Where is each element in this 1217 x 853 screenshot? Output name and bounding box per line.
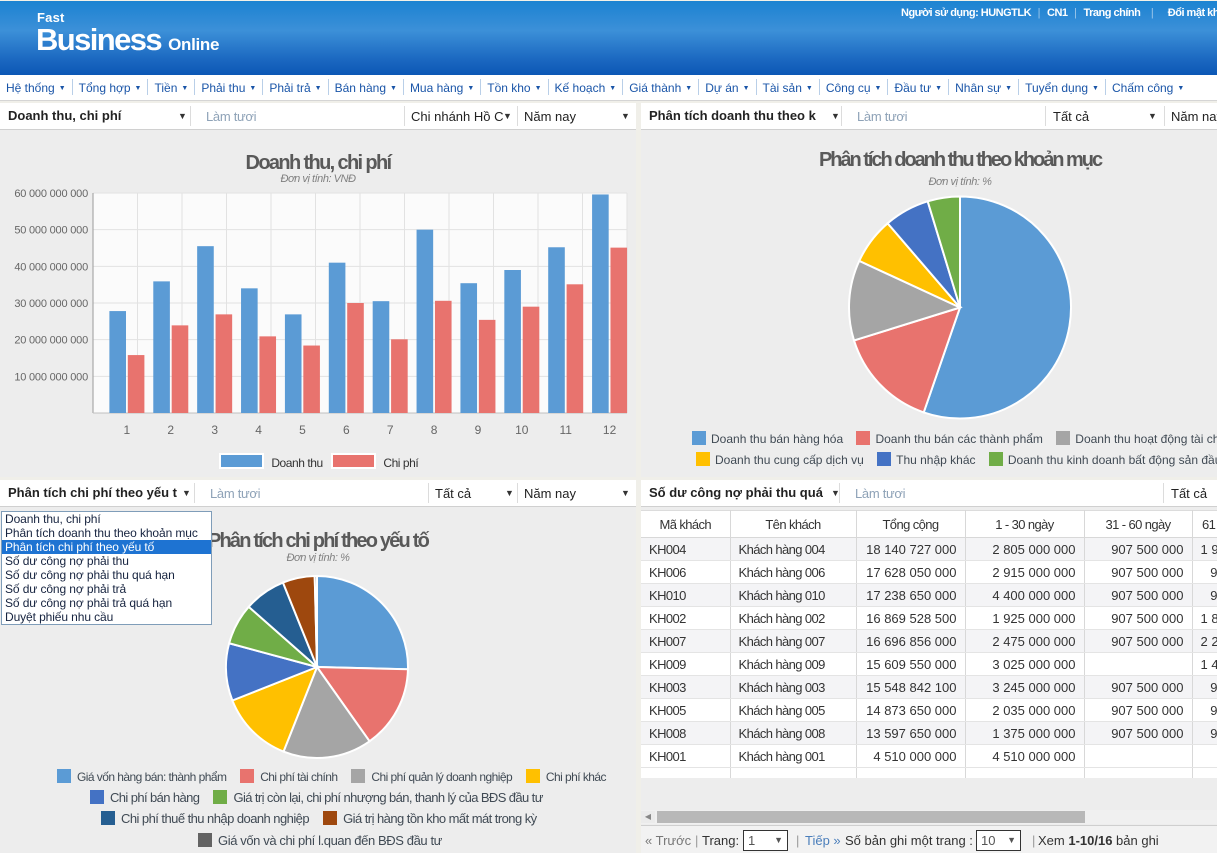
- svg-text:10: 10: [515, 423, 529, 437]
- svg-text:12: 12: [603, 423, 617, 437]
- svg-text:40 000 000 000: 40 000 000 000: [14, 261, 88, 273]
- svg-text:6: 6: [343, 423, 350, 437]
- svg-text:20 000 000 000: 20 000 000 000: [14, 335, 88, 347]
- svg-text:60 000 000 000: 60 000 000 000: [14, 188, 88, 200]
- svg-text:1: 1: [124, 423, 131, 437]
- svg-text:4: 4: [255, 423, 262, 437]
- svg-text:9: 9: [475, 423, 482, 437]
- svg-text:5: 5: [299, 423, 306, 437]
- svg-text:11: 11: [559, 423, 572, 437]
- svg-text:30 000 000 000: 30 000 000 000: [14, 298, 88, 310]
- svg-text:50 000 000 000: 50 000 000 000: [14, 225, 88, 237]
- svg-text:8: 8: [431, 423, 438, 437]
- svg-text:3: 3: [211, 423, 218, 437]
- svg-text:10 000 000 000: 10 000 000 000: [14, 371, 88, 383]
- svg-text:7: 7: [387, 423, 394, 437]
- svg-text:2: 2: [167, 423, 174, 437]
